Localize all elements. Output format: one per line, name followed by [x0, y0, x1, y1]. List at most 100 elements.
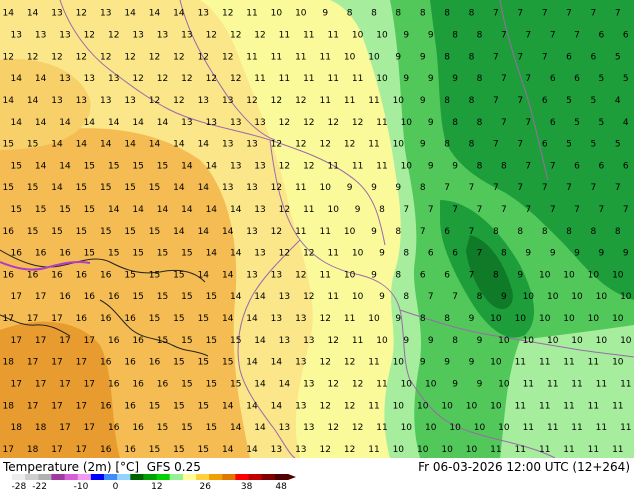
temperature-label: 7 — [517, 140, 523, 150]
temperature-label: 7 — [428, 205, 434, 215]
color-swatch — [274, 474, 289, 480]
temperature-label: 7 — [550, 205, 556, 215]
temperature-label: 8 — [444, 96, 450, 106]
temperature-label: 8 — [469, 9, 475, 19]
temperature-label: 8 — [452, 31, 458, 41]
color-scale-tick-label: 48 — [275, 482, 287, 490]
temperature-label: 9 — [355, 205, 361, 215]
temperature-label: 10 — [368, 52, 380, 62]
temperature-label: 11 — [515, 445, 526, 455]
temperature-label: 9 — [428, 74, 434, 84]
temperature-label: 13 — [230, 161, 241, 171]
temperature-label: 8 — [444, 52, 450, 62]
temperature-label: 12 — [271, 96, 282, 106]
temperature-label: 12 — [352, 380, 363, 390]
color-scale-tick-label: 0 — [113, 482, 119, 490]
temperature-label: 13 — [59, 31, 70, 41]
temperature-label: 7 — [542, 9, 548, 19]
temperature-label: 14 — [76, 140, 88, 150]
temperature-label: 13 — [222, 183, 233, 193]
temperature-label: 15 — [157, 161, 168, 171]
variable-name: Temperature (2m) [°C] — [3, 460, 140, 474]
temperature-label: 11 — [344, 96, 355, 106]
temperature-label: 14 — [173, 9, 185, 19]
temperature-label: 13 — [295, 445, 306, 455]
temperature-label: 12 — [271, 140, 282, 150]
temperature-label: 15 — [10, 205, 21, 215]
temperature-label: 12 — [344, 358, 355, 368]
temperature-label: 6 — [574, 74, 580, 84]
temperature-label: 6 — [452, 249, 458, 259]
temperature-label: 7 — [501, 31, 507, 41]
temperature-label: 8 — [469, 52, 475, 62]
temperature-label: 13 — [295, 358, 306, 368]
temperature-label: 11 — [563, 445, 574, 455]
temperature-label: 8 — [493, 270, 499, 280]
temperature-label: 16 — [59, 249, 71, 259]
temperature-label: 9 — [395, 183, 401, 193]
temperature-label: 12 — [303, 118, 314, 128]
temperature-label: 16 — [76, 314, 88, 324]
temperature-label: 15 — [181, 292, 192, 302]
temperature-label: 6 — [542, 96, 548, 106]
temperature-label: 15 — [149, 270, 160, 280]
temperature-label: 12 — [279, 205, 290, 215]
temperature-label: 8 — [477, 161, 483, 171]
temperature-label: 10 — [498, 380, 510, 390]
temperature-label: 11 — [539, 401, 550, 411]
temperature-label: 8 — [469, 96, 475, 106]
temperature-label: 11 — [620, 423, 631, 433]
temperature-label: 11 — [295, 52, 306, 62]
temperature-label: 11 — [588, 401, 599, 411]
temperature-label: 14 — [149, 140, 161, 150]
temperature-label: 13 — [100, 96, 111, 106]
color-swatch — [12, 474, 26, 480]
temperature-label: 11 — [344, 314, 355, 324]
temperature-label: 8 — [395, 270, 401, 280]
temperature-label: 11 — [596, 380, 607, 390]
temperature-label: 9 — [574, 249, 580, 259]
temperature-label: 15 — [84, 161, 95, 171]
temperature-label: 10 — [352, 31, 364, 41]
temperature-label: 8 — [469, 140, 475, 150]
temperature-label: 4 — [623, 118, 629, 128]
temperature-label: 7 — [574, 31, 580, 41]
temperature-label: 11 — [376, 423, 387, 433]
temperature-label: 10 — [344, 270, 356, 280]
temperature-fill-layer — [0, 0, 634, 458]
temperature-label: 13 — [198, 9, 209, 19]
temperature-label: 10 — [490, 314, 502, 324]
temperature-label: 13 — [271, 270, 282, 280]
temperature-label: 13 — [271, 314, 282, 324]
temperature-label: 10 — [474, 423, 486, 433]
temperature-label: 16 — [100, 358, 112, 368]
temperature-label: 13 — [100, 9, 111, 19]
temperature-label: 7 — [493, 140, 499, 150]
temperature-label: 5 — [591, 96, 597, 106]
temperature-label: 15 — [76, 183, 87, 193]
temperature-label: 13 — [254, 161, 265, 171]
temperature-label: 11 — [352, 161, 363, 171]
temperature-label: 16 — [108, 336, 120, 346]
temperature-label: 15 — [35, 205, 46, 215]
temperature-label: 14 — [124, 140, 136, 150]
temperature-label: 14 — [59, 118, 71, 128]
temperature-label: 17 — [35, 336, 46, 346]
temperature-label: 11 — [539, 358, 550, 368]
temperature-label: 11 — [327, 161, 338, 171]
temperature-label: 10 — [368, 314, 380, 324]
temperature-label: 12 — [327, 118, 338, 128]
temperature-label: 6 — [623, 161, 629, 171]
temperature-label: 15 — [108, 161, 119, 171]
temperature-label: 12 — [2, 52, 13, 62]
temperature-label: 9 — [469, 358, 475, 368]
temperature-label: 10 — [547, 336, 559, 346]
temperature-label: 10 — [596, 292, 608, 302]
temperature-label: 9 — [428, 336, 434, 346]
temperature-label: 12 — [279, 249, 290, 259]
temperature-label: 9 — [371, 183, 377, 193]
temperature-label: 13 — [108, 74, 119, 84]
color-swatch — [261, 474, 276, 480]
color-swatch — [90, 474, 105, 480]
temperature-label: 10 — [417, 445, 429, 455]
